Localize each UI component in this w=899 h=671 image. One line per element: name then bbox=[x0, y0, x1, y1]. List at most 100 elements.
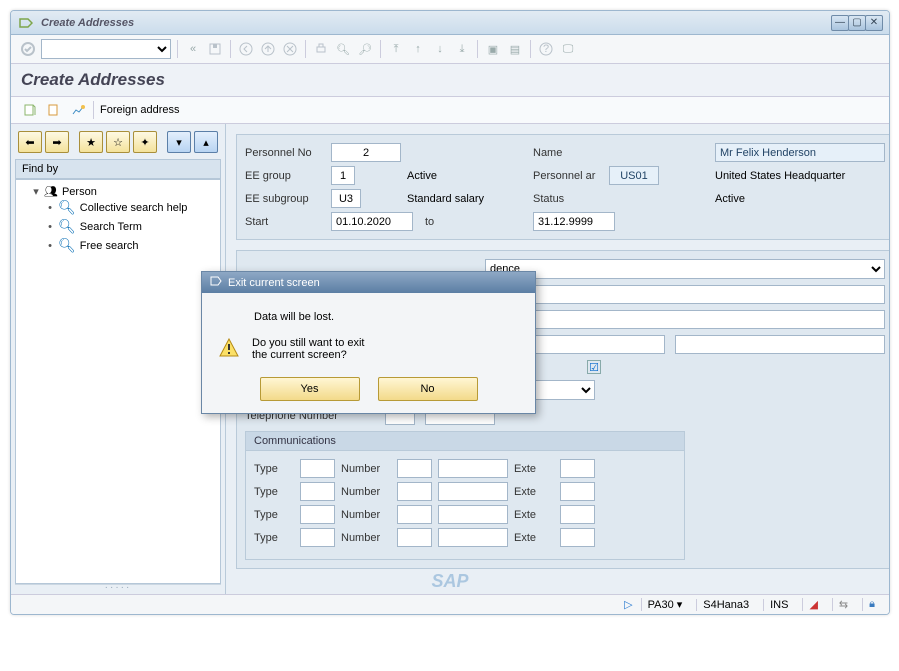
comm-row: TypeNumberExte bbox=[254, 528, 676, 547]
maximize-button[interactable]: ▢ bbox=[848, 15, 866, 31]
fav-star-icon[interactable]: ☆ bbox=[106, 131, 130, 153]
comm-num-prefix[interactable] bbox=[397, 459, 432, 478]
comm-exte-field[interactable] bbox=[560, 459, 595, 478]
new-session-icon[interactable]: ▣ bbox=[484, 40, 502, 58]
back-icon[interactable] bbox=[237, 40, 255, 58]
comm-exte-field[interactable] bbox=[560, 505, 595, 524]
find-icon[interactable]: 🔍︎ bbox=[334, 40, 352, 58]
cancel-icon[interactable] bbox=[281, 40, 299, 58]
comm-exte-field[interactable] bbox=[560, 482, 595, 501]
sidebar: ⬅︎ ➡︎ ★ ☆ ✦ ▾ ▴ Find by ▾ 👥︎ Person bbox=[11, 124, 226, 594]
communications-title: Communications bbox=[246, 432, 684, 451]
window-buttons: — ▢ ✕ bbox=[832, 15, 883, 31]
dialog-titlebar[interactable]: Exit current screen bbox=[202, 272, 535, 293]
personnel-ar-field bbox=[609, 166, 659, 185]
overview-icon[interactable] bbox=[69, 101, 87, 119]
tree-item[interactable]: •🔍︎Collective search help bbox=[46, 199, 218, 216]
signal-icon[interactable]: ◢ bbox=[809, 598, 817, 611]
expand-toggle-icon[interactable]: ▾ bbox=[32, 185, 40, 198]
no-button[interactable]: No bbox=[378, 377, 478, 401]
start-date-field[interactable] bbox=[331, 212, 413, 231]
field-1[interactable] bbox=[485, 285, 885, 304]
statusbar: ▷ PA30▾ S4Hana3 INS ◢ ⇆ 🔒︎ bbox=[11, 594, 889, 614]
personnel-no-field[interactable] bbox=[331, 143, 401, 162]
help-icon[interactable]: ? bbox=[537, 40, 555, 58]
status-ins: INS bbox=[770, 599, 788, 611]
find-next-icon[interactable]: 🔎︎ bbox=[356, 40, 374, 58]
nav-back-icon[interactable]: ⬅︎ bbox=[18, 131, 42, 153]
minimize-button[interactable]: — bbox=[831, 15, 849, 31]
status-text: Active bbox=[715, 193, 885, 205]
field-2[interactable] bbox=[485, 310, 885, 329]
lbl-to: to bbox=[407, 216, 527, 228]
nav-forward-icon[interactable]: ➡︎ bbox=[45, 131, 69, 153]
back-left-icon[interactable]: « bbox=[184, 40, 202, 58]
layout-icon[interactable]: ▤ bbox=[506, 40, 524, 58]
print-icon[interactable] bbox=[312, 40, 330, 58]
tree-person-label: Person bbox=[62, 186, 97, 198]
comm-type-field[interactable] bbox=[300, 459, 335, 478]
settings-icon[interactable]: 🖵︎ bbox=[559, 40, 577, 58]
comm-exte-field[interactable] bbox=[560, 528, 595, 547]
close-button[interactable]: ✕ bbox=[865, 15, 883, 31]
comm-type-field[interactable] bbox=[300, 505, 335, 524]
fav-list-icon[interactable]: ✦ bbox=[133, 131, 157, 153]
exit-icon[interactable] bbox=[259, 40, 277, 58]
prev-page-icon[interactable]: ↑ bbox=[409, 40, 427, 58]
last-page-icon[interactable]: ⤓ bbox=[453, 40, 471, 58]
comm-num-field[interactable] bbox=[438, 528, 508, 547]
foreign-address-label[interactable]: Foreign address bbox=[100, 104, 180, 116]
ee-group-text: Active bbox=[407, 170, 527, 182]
personnel-ar-text: United States Headquarter bbox=[715, 170, 885, 182]
next-page-icon[interactable]: ↓ bbox=[431, 40, 449, 58]
new-1-icon[interactable] bbox=[21, 101, 39, 119]
yes-button[interactable]: Yes bbox=[260, 377, 360, 401]
comm-num-field[interactable] bbox=[438, 482, 508, 501]
tree-item[interactable]: •🔍︎Free search bbox=[46, 237, 218, 254]
lbl-start: Start bbox=[245, 216, 325, 228]
expand-icon[interactable]: ▴ bbox=[194, 131, 218, 153]
ee-group-field[interactable] bbox=[331, 166, 355, 185]
end-date-field[interactable] bbox=[533, 212, 615, 231]
ee-subgroup-field[interactable] bbox=[331, 189, 361, 208]
find-by-label: Find by bbox=[15, 159, 221, 179]
binoculars-icon: 🔍︎ bbox=[58, 218, 76, 235]
comm-type-field[interactable] bbox=[300, 528, 335, 547]
save-icon[interactable] bbox=[206, 40, 224, 58]
drag-handle[interactable] bbox=[15, 584, 221, 590]
comm-num-prefix[interactable] bbox=[397, 505, 432, 524]
comm-num-prefix[interactable] bbox=[397, 528, 432, 547]
lbl-personnel-no: Personnel No bbox=[245, 147, 325, 159]
connect-icon[interactable]: ⇆ bbox=[839, 598, 848, 611]
lock-icon[interactable]: 🔒︎ bbox=[869, 598, 875, 611]
header-form: Personnel No Name EE group Active Person… bbox=[236, 134, 890, 240]
comm-num-field[interactable] bbox=[438, 505, 508, 524]
fav-add-icon[interactable]: ★ bbox=[79, 131, 103, 153]
lbl-ee-subgroup: EE subgroup bbox=[245, 193, 325, 205]
nav-tree[interactable]: ▾ 👥︎ Person •🔍︎Collective search help •🔍… bbox=[15, 179, 221, 584]
tree-item[interactable]: •🔍︎Search Term bbox=[46, 218, 218, 235]
window-title: Create Addresses bbox=[41, 17, 134, 29]
collapse-icon[interactable]: ▾ bbox=[167, 131, 191, 153]
field-3b[interactable] bbox=[675, 335, 885, 354]
warning-icon bbox=[218, 337, 240, 359]
new-2-icon[interactable] bbox=[45, 101, 63, 119]
comm-num-field[interactable] bbox=[438, 459, 508, 478]
dropdown-icon[interactable]: ▾ bbox=[677, 598, 683, 611]
ok-icon[interactable] bbox=[19, 40, 37, 58]
comm-type-field[interactable] bbox=[300, 482, 335, 501]
page-title: Create Addresses bbox=[11, 64, 889, 97]
comm-num-prefix[interactable] bbox=[397, 482, 432, 501]
checkbox[interactable]: ☑ bbox=[587, 360, 601, 374]
address-type-dropdown[interactable]: dence bbox=[485, 259, 885, 279]
lbl-name: Name bbox=[533, 147, 603, 159]
comm-row: TypeNumberExte bbox=[254, 482, 676, 501]
tree-person[interactable]: ▾ 👥︎ Person bbox=[32, 185, 218, 198]
communications-group: Communications TypeNumberExte TypeNumber… bbox=[245, 431, 685, 560]
status-tcode: PA30 bbox=[648, 599, 674, 611]
status-arrow-icon[interactable]: ▷ bbox=[624, 598, 632, 611]
window-menu-icon[interactable] bbox=[17, 14, 35, 32]
command-field[interactable] bbox=[41, 39, 171, 59]
dialog-menu-icon[interactable] bbox=[210, 275, 222, 290]
first-page-icon[interactable]: ⤒ bbox=[387, 40, 405, 58]
